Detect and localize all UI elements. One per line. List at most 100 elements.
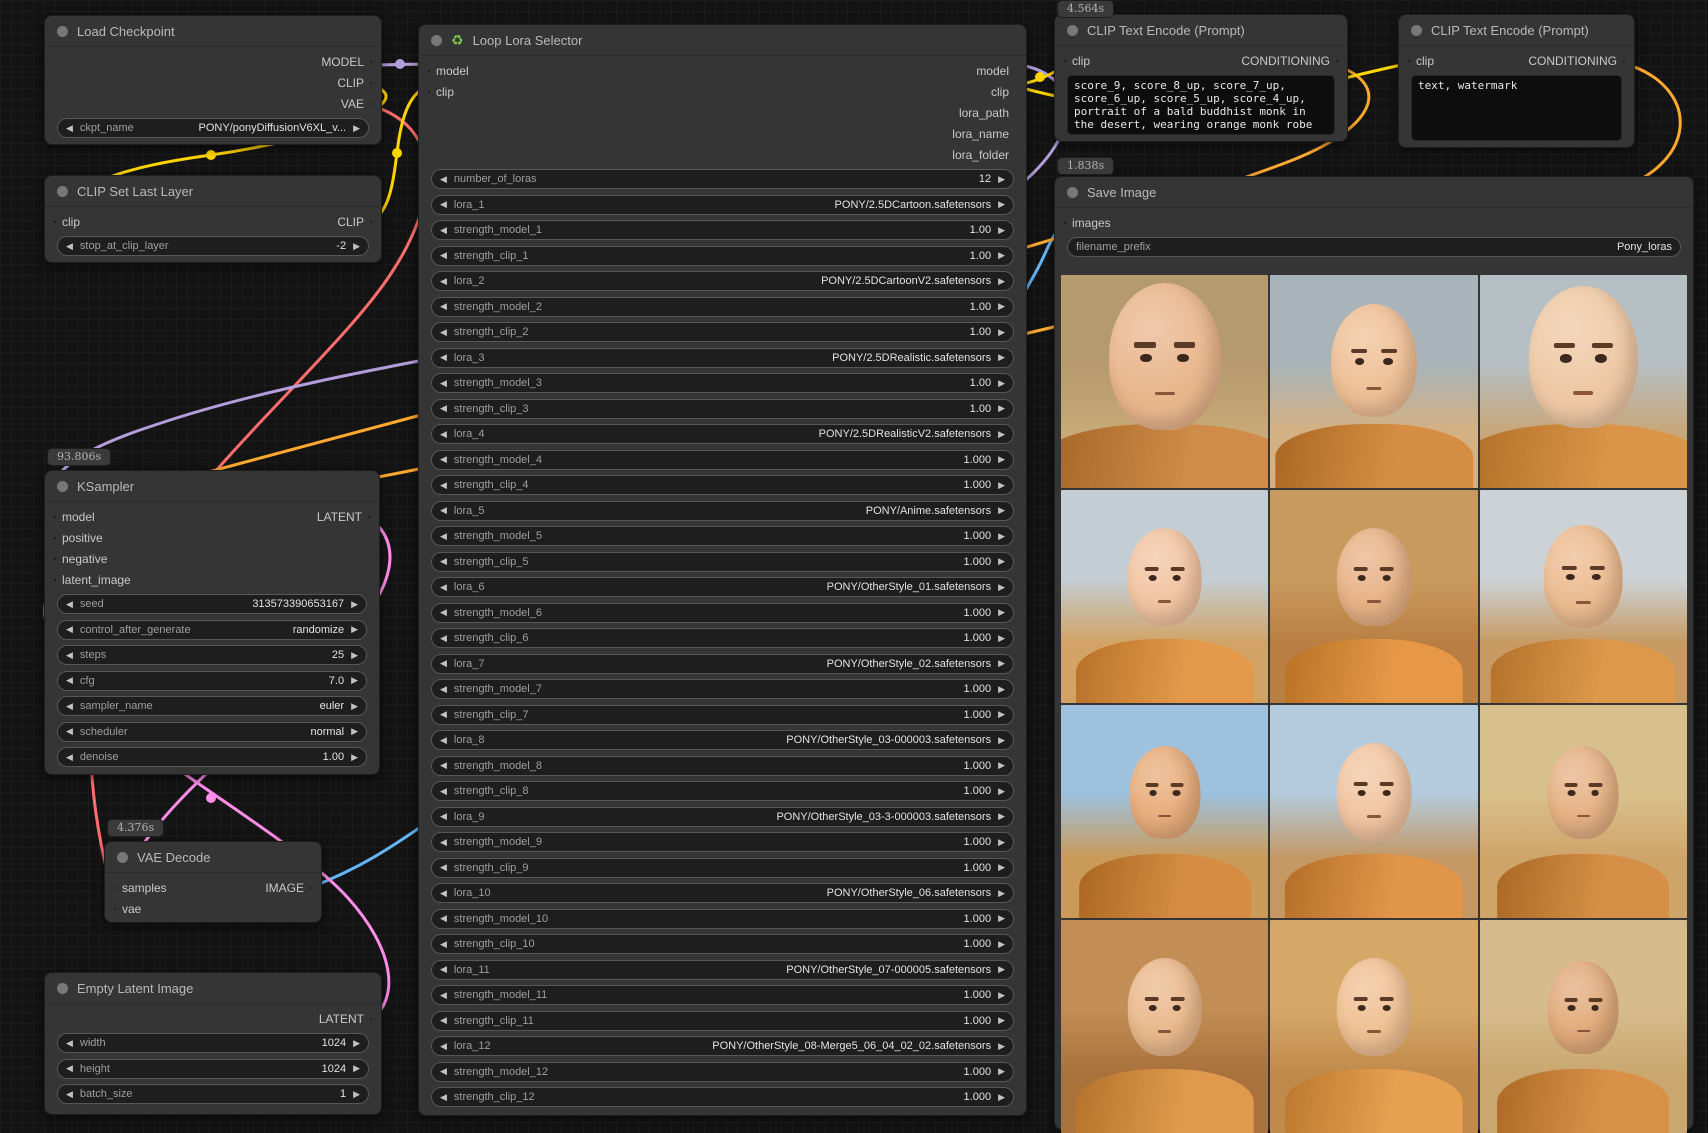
- decrement-arrow-icon[interactable]: ◀: [440, 532, 447, 541]
- widget-strength_clip_6[interactable]: ◀strength_clip_61.000▶: [431, 628, 1014, 648]
- collapse-dot-icon[interactable]: [117, 852, 128, 863]
- widget-batch_size[interactable]: ◀batch_size1▶: [57, 1084, 369, 1104]
- widget-scheduler[interactable]: ◀schedulernormal▶: [57, 722, 367, 742]
- increment-arrow-icon[interactable]: ▶: [351, 676, 358, 685]
- decrement-arrow-icon[interactable]: ◀: [440, 302, 447, 311]
- decrement-arrow-icon[interactable]: ◀: [440, 379, 447, 388]
- collapse-dot-icon[interactable]: [1067, 187, 1078, 198]
- increment-arrow-icon[interactable]: ▶: [998, 685, 1005, 694]
- increment-arrow-icon[interactable]: ▶: [998, 608, 1005, 617]
- decrement-arrow-icon[interactable]: ◀: [440, 277, 447, 286]
- increment-arrow-icon[interactable]: ▶: [351, 753, 358, 762]
- decrement-arrow-icon[interactable]: ◀: [440, 455, 447, 464]
- decrement-arrow-icon[interactable]: ◀: [440, 481, 447, 490]
- widget-strength_model_11[interactable]: ◀strength_model_111.000▶: [431, 985, 1014, 1005]
- decrement-arrow-icon[interactable]: ◀: [66, 242, 73, 251]
- decrement-arrow-icon[interactable]: ◀: [440, 736, 447, 745]
- prompt-textarea[interactable]: text, watermark: [1411, 75, 1622, 141]
- increment-arrow-icon[interactable]: ▶: [998, 940, 1005, 949]
- node-load-checkpoint[interactable]: Load Checkpoint MODEL CLIP VAE ◀ckpt_nam…: [44, 15, 382, 145]
- widget-lora_9[interactable]: ◀lora_9PONY/OtherStyle_03-3-000003.safet…: [431, 807, 1014, 827]
- node-header[interactable]: KSampler: [45, 471, 379, 502]
- decrement-arrow-icon[interactable]: ◀: [66, 1090, 73, 1099]
- widget-lora_5[interactable]: ◀lora_5PONY/Anime.safetensors▶: [431, 501, 1014, 521]
- widget-width[interactable]: ◀width1024▶: [57, 1033, 369, 1053]
- widget-strength_clip_4[interactable]: ◀strength_clip_41.000▶: [431, 475, 1014, 495]
- increment-arrow-icon[interactable]: ▶: [351, 625, 358, 634]
- widget-strength_model_3[interactable]: ◀strength_model_31.00▶: [431, 373, 1014, 393]
- widget-sampler_name[interactable]: ◀sampler_nameeuler▶: [57, 696, 367, 716]
- node-clip-text-encode-positive[interactable]: 4.564s CLIP Text Encode (Prompt) clip CO…: [1054, 14, 1348, 142]
- widget-stop_at_clip_layer[interactable]: ◀stop_at_clip_layer-2▶: [57, 236, 369, 256]
- increment-arrow-icon[interactable]: ▶: [998, 1093, 1005, 1102]
- widget-seed[interactable]: ◀seed313573390653167▶: [57, 594, 367, 614]
- decrement-arrow-icon[interactable]: ◀: [66, 124, 73, 133]
- decrement-arrow-icon[interactable]: ◀: [440, 889, 447, 898]
- widget-cfg[interactable]: ◀cfg7.0▶: [57, 671, 367, 691]
- collapse-dot-icon[interactable]: [431, 35, 442, 46]
- widget-lora_11[interactable]: ◀lora_11PONY/OtherStyle_07-000005.safete…: [431, 960, 1014, 980]
- increment-arrow-icon[interactable]: ▶: [353, 242, 360, 251]
- widget-strength_model_6[interactable]: ◀strength_model_61.000▶: [431, 603, 1014, 623]
- decrement-arrow-icon[interactable]: ◀: [440, 1016, 447, 1025]
- widget-strength_clip_12[interactable]: ◀strength_clip_121.000▶: [431, 1087, 1014, 1107]
- increment-arrow-icon[interactable]: ▶: [998, 787, 1005, 796]
- increment-arrow-icon[interactable]: ▶: [998, 634, 1005, 643]
- node-header[interactable]: ♻ Loop Lora Selector: [419, 25, 1026, 56]
- decrement-arrow-icon[interactable]: ◀: [440, 710, 447, 719]
- widget-lora_7[interactable]: ◀lora_7PONY/OtherStyle_02.safetensors▶: [431, 654, 1014, 674]
- widget-lora_4[interactable]: ◀lora_4PONY/2.5DRealisticV2.safetensors▶: [431, 424, 1014, 444]
- increment-arrow-icon[interactable]: ▶: [998, 812, 1005, 821]
- node-save-image[interactable]: 1.838s Save Image images filename_prefix…: [1054, 176, 1694, 1130]
- increment-arrow-icon[interactable]: ▶: [351, 600, 358, 609]
- decrement-arrow-icon[interactable]: ◀: [440, 787, 447, 796]
- increment-arrow-icon[interactable]: ▶: [998, 353, 1005, 362]
- widget-strength_model_2[interactable]: ◀strength_model_21.00▶: [431, 297, 1014, 317]
- increment-arrow-icon[interactable]: ▶: [998, 838, 1005, 847]
- decrement-arrow-icon[interactable]: ◀: [66, 651, 73, 660]
- decrement-arrow-icon[interactable]: ◀: [66, 600, 73, 609]
- decrement-arrow-icon[interactable]: ◀: [440, 914, 447, 923]
- node-vae-decode[interactable]: 4.376s VAE Decode samples IMAGE vae: [104, 841, 322, 923]
- increment-arrow-icon[interactable]: ▶: [998, 1067, 1005, 1076]
- increment-arrow-icon[interactable]: ▶: [998, 175, 1005, 184]
- decrement-arrow-icon[interactable]: ◀: [440, 761, 447, 770]
- decrement-arrow-icon[interactable]: ◀: [66, 1039, 73, 1048]
- increment-arrow-icon[interactable]: ▶: [998, 557, 1005, 566]
- node-header[interactable]: VAE Decode: [105, 842, 321, 873]
- increment-arrow-icon[interactable]: ▶: [353, 1039, 360, 1048]
- increment-arrow-icon[interactable]: ▶: [351, 702, 358, 711]
- increment-arrow-icon[interactable]: ▶: [351, 727, 358, 736]
- increment-arrow-icon[interactable]: ▶: [998, 710, 1005, 719]
- decrement-arrow-icon[interactable]: ◀: [440, 1093, 447, 1102]
- widget-strength_clip_7[interactable]: ◀strength_clip_71.000▶: [431, 705, 1014, 725]
- increment-arrow-icon[interactable]: ▶: [998, 277, 1005, 286]
- increment-arrow-icon[interactable]: ▶: [998, 736, 1005, 745]
- collapse-dot-icon[interactable]: [57, 481, 68, 492]
- increment-arrow-icon[interactable]: ▶: [998, 583, 1005, 592]
- widget-lora_12[interactable]: ◀lora_12PONY/OtherStyle_08-Merge5_06_04_…: [431, 1036, 1014, 1056]
- increment-arrow-icon[interactable]: ▶: [998, 532, 1005, 541]
- widget-ckpt_name[interactable]: ◀ckpt_namePONY/ponyDiffusionV6XL_v...▶: [57, 118, 369, 138]
- collapse-dot-icon[interactable]: [1067, 25, 1078, 36]
- increment-arrow-icon[interactable]: ▶: [998, 200, 1005, 209]
- decrement-arrow-icon[interactable]: ◀: [440, 659, 447, 668]
- widget-strength_clip_10[interactable]: ◀strength_clip_101.000▶: [431, 934, 1014, 954]
- increment-arrow-icon[interactable]: ▶: [353, 124, 360, 133]
- decrement-arrow-icon[interactable]: ◀: [440, 506, 447, 515]
- increment-arrow-icon[interactable]: ▶: [998, 251, 1005, 260]
- node-header[interactable]: Empty Latent Image: [45, 973, 381, 1004]
- widget-denoise[interactable]: ◀denoise1.00▶: [57, 747, 367, 767]
- decrement-arrow-icon[interactable]: ◀: [440, 965, 447, 974]
- node-empty-latent-image[interactable]: Empty Latent Image LATENT ◀width1024▶◀he…: [44, 972, 382, 1115]
- node-header[interactable]: CLIP Set Last Layer: [45, 176, 381, 207]
- decrement-arrow-icon[interactable]: ◀: [440, 353, 447, 362]
- decrement-arrow-icon[interactable]: ◀: [440, 583, 447, 592]
- increment-arrow-icon[interactable]: ▶: [998, 328, 1005, 337]
- decrement-arrow-icon[interactable]: ◀: [440, 608, 447, 617]
- increment-arrow-icon[interactable]: ▶: [998, 226, 1005, 235]
- widget-filename_prefix[interactable]: filename_prefixPony_loras: [1067, 237, 1681, 257]
- increment-arrow-icon[interactable]: ▶: [998, 863, 1005, 872]
- widget-lora_1[interactable]: ◀lora_1PONY/2.5DCartoon.safetensors▶: [431, 195, 1014, 215]
- prompt-textarea[interactable]: score_9, score_8_up, score_7_up, score_6…: [1067, 75, 1335, 135]
